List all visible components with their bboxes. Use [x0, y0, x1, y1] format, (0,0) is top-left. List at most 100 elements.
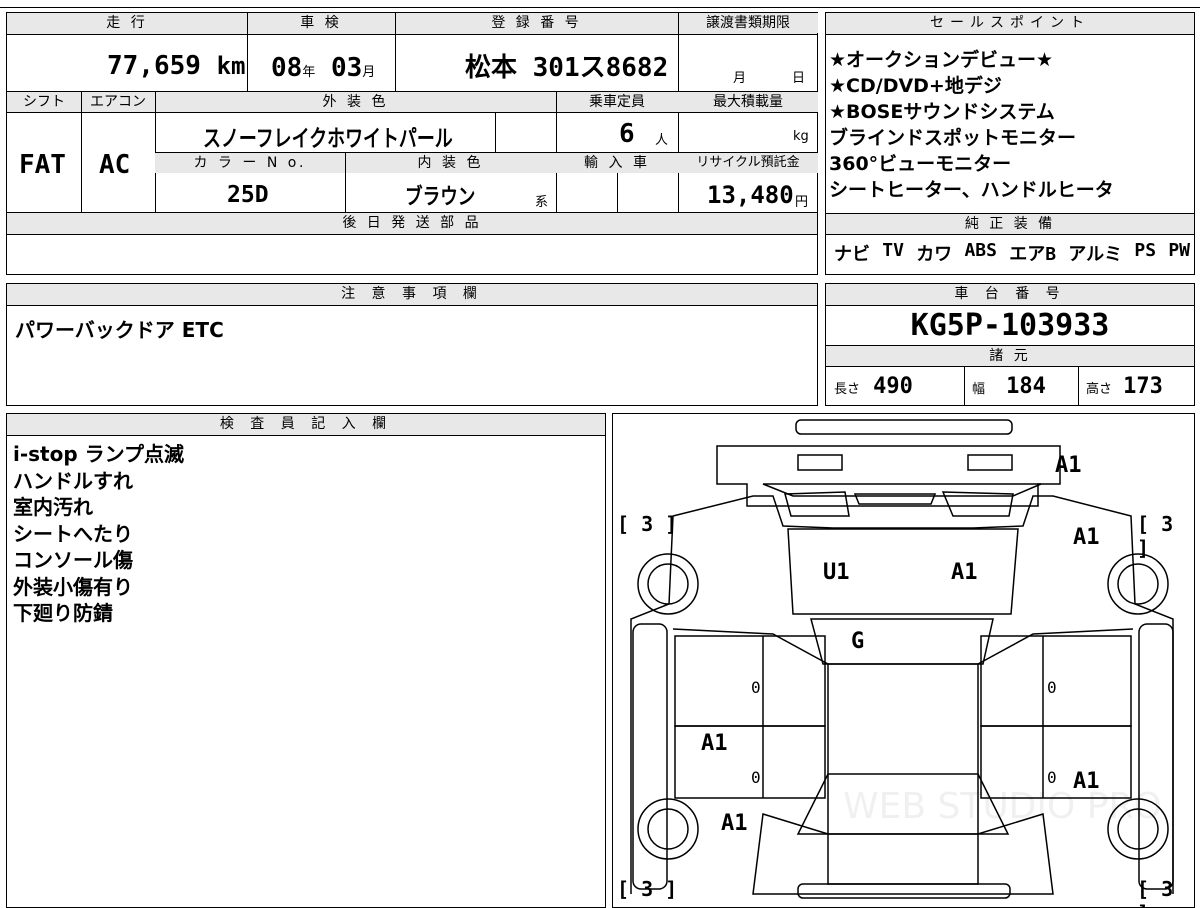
- sales-points-label: セールスポイント: [826, 13, 1194, 35]
- year-unit: 年: [302, 65, 316, 80]
- equipment-item: PW: [1168, 240, 1190, 261]
- recycle-label: リサイクル預託金: [678, 153, 818, 173]
- interior-color-label: 内 装 色: [345, 153, 556, 173]
- interior-color-value: ブラウン: [405, 185, 476, 210]
- inspection-value: 08年 03月: [271, 53, 375, 88]
- cautions-panel: 注 意 事 項 欄 パワーバックドア ETC: [6, 283, 818, 406]
- tire-mark-front-right: [ 3 ]: [1137, 877, 1174, 907]
- cautions-label: 注 意 事 項 欄: [7, 284, 817, 306]
- later-parts-label: 後 日 発 送 部 品: [7, 213, 817, 233]
- registration-label: 登 録 番 号: [395, 13, 678, 33]
- length-label: 長さ: [834, 382, 861, 397]
- watermark: WEB STUDIO PRO: [843, 786, 1162, 827]
- length-value: 490: [873, 374, 913, 399]
- deadline-day-unit: 日: [792, 71, 806, 86]
- inspector-note: シートへたり: [13, 521, 133, 546]
- aircon-label: エアコン: [81, 92, 155, 112]
- inspection-year: 08: [271, 53, 303, 83]
- inspector-notes: i-stop ランプ点滅 ハンドルすれ 室内汚れ シートへたり コンソール傷 外…: [13, 441, 184, 627]
- recycle-value: 13,480: [707, 181, 794, 209]
- top-strip: [0, 0, 1200, 8]
- width-value: 184: [1006, 374, 1046, 399]
- height-label: 高さ: [1086, 382, 1113, 397]
- sales-point-line: ★CD/DVD+地デジ: [829, 75, 1002, 97]
- exterior-color-label: 外 装 色: [155, 92, 556, 112]
- equipment-item: TV: [882, 240, 904, 261]
- inspector-panel: 検 査 員 記 入 欄 i-stop ランプ点滅 ハンドルすれ 室内汚れ シート…: [6, 413, 606, 908]
- inspection-month: 03: [330, 53, 363, 83]
- deadline-month-unit: 月: [733, 71, 747, 86]
- max-load-unit: kg: [793, 129, 809, 144]
- shift-label: シフト: [7, 92, 81, 112]
- inspector-note: 下廻り防錆: [13, 601, 113, 625]
- inspector-note: 外装小傷有り: [13, 574, 133, 599]
- damage-roof-right: A1: [951, 560, 978, 585]
- capacity-value: 6: [619, 119, 635, 149]
- damage-rear: A1: [1055, 453, 1082, 478]
- tire-mark-front-left: [ 3 ]: [617, 877, 678, 901]
- sales-point-line: 360°ビューモニター: [829, 153, 1012, 175]
- sales-points-panel: セールスポイント ★オークションデビュー★ ★CD/DVD+地デジ ★BOSEサ…: [825, 12, 1195, 275]
- chassis-panel: 車 台 番 号 KG5P-103933 諸 元 長さ 490 幅 184 高さ …: [825, 283, 1195, 406]
- chassis-label: 車 台 番 号: [826, 284, 1194, 306]
- inspector-note: 室内汚れ: [13, 495, 93, 519]
- chassis-number: KG5P-103933: [910, 308, 1110, 343]
- vehicle-diagram-panel: [ 3 ] [ 3 ] [ 3 ] [ 3 ] A1 A1 U1 A1 G A1…: [612, 413, 1195, 908]
- damage-sunroof: G: [851, 629, 865, 654]
- inspector-note: ハンドルすれ: [13, 468, 133, 493]
- sales-points-list: ★オークションデビュー★ ★CD/DVD+地デジ ★BOSEサウンドシステム ブ…: [829, 47, 1191, 203]
- height-value: 173: [1123, 374, 1163, 399]
- max-load-label: 最大積載量: [678, 92, 818, 112]
- sales-point-line: ★BOSEサウンドシステム: [829, 101, 1055, 123]
- equipment-item: カワ: [916, 244, 953, 265]
- equipment-item: エアB: [1009, 244, 1057, 265]
- import-label: 輸 入 車: [556, 153, 678, 173]
- car-outline-diagram: [630, 419, 1174, 899]
- dent-zero: 0: [1047, 768, 1057, 787]
- registration-value: 松本 301ス8682: [465, 53, 669, 83]
- damage-roof-left: U1: [823, 560, 850, 585]
- vehicle-info-table: 走 行 車 検 登 録 番 号 譲渡書類期限 77,659 km 08年 03月…: [6, 12, 818, 275]
- inspector-label: 検 査 員 記 入 欄: [7, 414, 605, 436]
- sales-point-line: ★オークションデビュー★: [829, 49, 1054, 71]
- month-unit: 月: [362, 65, 376, 80]
- equipment-item: アルミ: [1068, 244, 1123, 265]
- sales-point-line: シートヒーター、ハンドルヒータ: [829, 179, 1114, 201]
- dimensions-label: 諸 元: [826, 346, 1194, 366]
- equipment-item: ナビ: [834, 244, 870, 265]
- mileage-number: 77,659: [107, 51, 201, 81]
- height-field: 高さ 173: [1086, 374, 1163, 399]
- damage-left-front-fender: A1: [721, 811, 748, 836]
- mileage-unit: km: [216, 52, 246, 80]
- damage-left-rear-door: A1: [701, 731, 728, 756]
- capacity-unit: 人: [655, 133, 669, 148]
- recycle-unit: 円: [795, 195, 809, 210]
- dent-zero: 0: [1047, 678, 1057, 697]
- tire-mark-rear-left: [ 3 ]: [617, 512, 678, 536]
- color-no-value: 25D: [227, 182, 269, 208]
- dent-zero: 0: [751, 678, 761, 697]
- damage-rear-right-quarter: A1: [1073, 525, 1100, 550]
- interior-color-suffix: 系: [535, 195, 549, 210]
- equipment-item: PS: [1134, 240, 1157, 261]
- shift-value: FAT: [19, 150, 66, 180]
- inspection-label: 車 検: [247, 13, 395, 33]
- tire-mark-rear-right: [ 3 ]: [1137, 512, 1174, 560]
- mileage-value: 77,659 km: [107, 51, 247, 81]
- inspector-note: i-stop ランプ点滅: [13, 442, 185, 466]
- color-no-label: カ ラ ー N o.: [155, 153, 345, 173]
- mileage-label: 走 行: [7, 13, 247, 33]
- cautions-text: パワーバックドア ETC: [15, 318, 224, 342]
- length-field: 長さ 490: [834, 374, 913, 399]
- genuine-equipment-list: ナビ TV カワ ABS エアB アルミ PS PW: [834, 240, 1190, 266]
- width-field: 幅 184: [972, 374, 1046, 399]
- capacity-label: 乗車定員: [556, 92, 678, 112]
- width-label: 幅: [972, 382, 986, 397]
- sales-point-line: ブラインドスポットモニター: [829, 127, 1077, 149]
- aircon-value: AC: [99, 150, 131, 180]
- equipment-item: ABS: [964, 240, 997, 261]
- transfer-deadline-label: 譲渡書類期限: [678, 13, 818, 33]
- dent-zero: 0: [751, 768, 761, 787]
- exterior-color-value: スノーフレイクホワイトパール: [203, 126, 453, 152]
- genuine-equipment-label: 純 正 装 備: [826, 214, 1194, 234]
